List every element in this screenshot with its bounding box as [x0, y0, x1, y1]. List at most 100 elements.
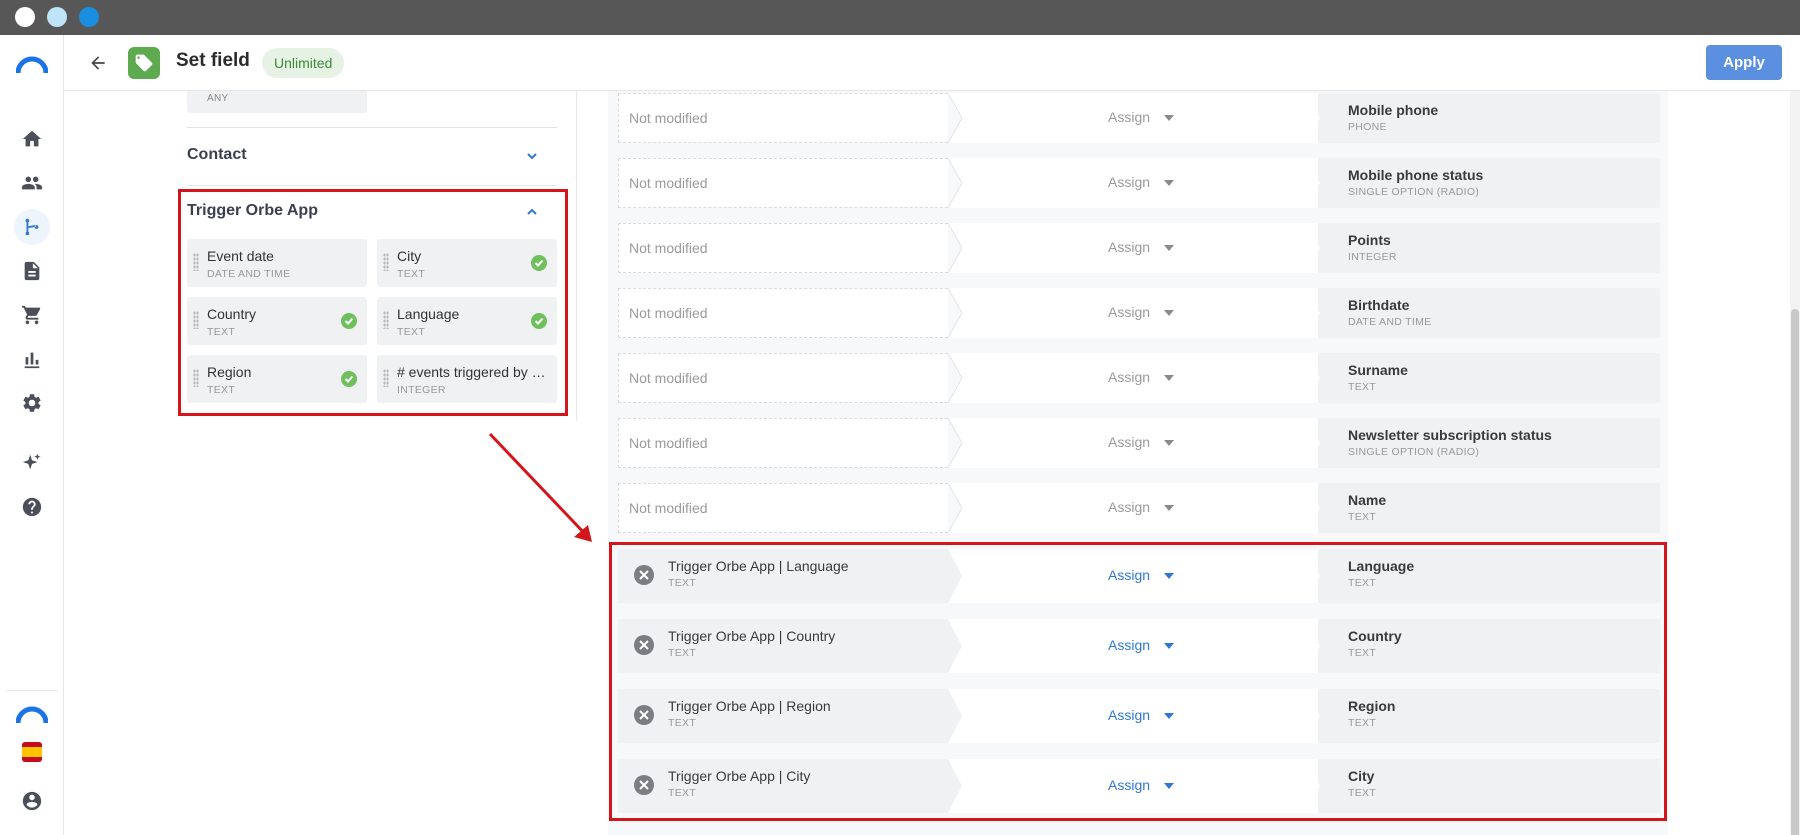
- row-separator-chevron: [948, 93, 962, 143]
- not-modified-label: Not modified: [629, 305, 708, 321]
- caret-down-icon[interactable]: [1164, 310, 1174, 316]
- not-modified-label: Not modified: [629, 370, 708, 386]
- page-header: Set field Unlimited Apply: [64, 35, 1800, 91]
- plan-badge: Unlimited: [262, 48, 345, 78]
- field-card-any[interactable]: ANY: [187, 91, 367, 113]
- assign-dropdown[interactable]: Assign: [1108, 239, 1150, 255]
- scrollbar-thumb[interactable]: [1791, 309, 1799, 835]
- target-field-type: INTEGER: [1348, 251, 1397, 263]
- assign-dropdown[interactable]: Assign: [1108, 304, 1150, 320]
- chevron-down-icon[interactable]: [525, 149, 539, 163]
- settings-icon[interactable]: [14, 385, 50, 421]
- assign-dropdown[interactable]: Assign: [1108, 369, 1150, 385]
- window-titlebar: [0, 0, 1800, 35]
- not-modified-label: Not modified: [629, 435, 708, 451]
- window-zoom-button[interactable]: [79, 7, 99, 27]
- assign-dropdown[interactable]: Assign: [1108, 434, 1150, 450]
- row-separator-chevron: [1306, 93, 1320, 143]
- cart-icon[interactable]: [14, 297, 50, 333]
- highlight-box-mapped: [609, 542, 1667, 821]
- mapping-row: Not modified Assign Surname TEXT: [618, 353, 1660, 403]
- mapping-row: Not modified Assign Points INTEGER: [618, 223, 1660, 273]
- target-field: Birthdate DATE AND TIME: [1318, 288, 1660, 338]
- mapping-row: Not modified Assign Mobile phone PHONE: [618, 93, 1660, 143]
- target-field-name: Mobile phone status: [1348, 167, 1484, 183]
- section-divider: [187, 127, 557, 128]
- tag-icon: [128, 47, 160, 79]
- spain-flag-icon[interactable]: [22, 742, 42, 762]
- target-field-type: TEXT: [1348, 511, 1377, 523]
- target-field-name: Name: [1348, 492, 1387, 508]
- target-field: Surname TEXT: [1318, 353, 1660, 403]
- window-close-button[interactable]: [15, 7, 35, 27]
- brand-logo-icon[interactable]: [16, 705, 48, 725]
- row-separator-chevron: [948, 353, 962, 403]
- mapping-row: Not modified Assign Mobile phone status …: [618, 158, 1660, 208]
- caret-down-icon[interactable]: [1164, 180, 1174, 186]
- row-separator-chevron: [948, 158, 962, 208]
- field-type: ANY: [207, 93, 229, 104]
- page-title: Set field: [176, 50, 250, 71]
- source-drop-zone[interactable]: Not modified: [618, 158, 958, 208]
- account-icon[interactable]: [14, 783, 50, 819]
- target-field-name: Mobile phone: [1348, 102, 1439, 118]
- target-field: Name TEXT: [1318, 483, 1660, 533]
- window-minimize-button[interactable]: [47, 7, 67, 27]
- target-field: Points INTEGER: [1318, 223, 1660, 273]
- assign-dropdown[interactable]: Assign: [1108, 499, 1150, 515]
- ai-sparkle-icon[interactable]: [14, 445, 50, 481]
- target-field-name: Birthdate: [1348, 297, 1410, 313]
- source-drop-zone[interactable]: Not modified: [618, 93, 958, 143]
- row-separator-chevron: [948, 483, 962, 533]
- caret-down-icon[interactable]: [1164, 245, 1174, 251]
- red-arrow-annotation: [488, 432, 592, 542]
- mapping-row: Not modified Assign Newsletter subscript…: [618, 418, 1660, 468]
- reports-icon[interactable]: [14, 341, 50, 377]
- target-field: Mobile phone status SINGLE OPTION (RADIO…: [1318, 158, 1660, 208]
- row-separator-chevron: [948, 288, 962, 338]
- source-drop-zone[interactable]: Not modified: [618, 353, 958, 403]
- flows-icon[interactable]: [14, 209, 50, 245]
- target-field-name: Surname: [1348, 362, 1408, 378]
- help-icon[interactable]: [14, 489, 50, 525]
- home-icon[interactable]: [14, 121, 50, 157]
- not-modified-label: Not modified: [629, 110, 708, 126]
- caret-down-icon[interactable]: [1164, 505, 1174, 511]
- highlight-box-source: [178, 189, 568, 416]
- section-divider: [187, 185, 557, 186]
- target-field-name: Points: [1348, 232, 1391, 248]
- mapping-row: Not modified Assign Birthdate DATE AND T…: [618, 288, 1660, 338]
- source-drop-zone[interactable]: Not modified: [618, 223, 958, 273]
- mapping-row: Not modified Assign Name TEXT: [618, 483, 1660, 533]
- not-modified-label: Not modified: [629, 175, 708, 191]
- scrollbar[interactable]: [1790, 91, 1800, 835]
- source-drop-zone[interactable]: Not modified: [618, 418, 958, 468]
- row-separator-chevron: [1306, 223, 1320, 273]
- caret-down-icon[interactable]: [1164, 375, 1174, 381]
- section-title-contact[interactable]: Contact: [187, 146, 247, 164]
- brand-logo-icon[interactable]: [16, 55, 48, 75]
- back-button[interactable]: [84, 49, 112, 77]
- target-field-name: Newsletter subscription status: [1348, 427, 1552, 443]
- source-drop-zone[interactable]: Not modified: [618, 483, 958, 533]
- contacts-icon[interactable]: [14, 165, 50, 201]
- row-separator-chevron: [1306, 418, 1320, 468]
- row-separator-chevron: [948, 418, 962, 468]
- document-icon[interactable]: [14, 253, 50, 289]
- row-separator-chevron: [948, 223, 962, 273]
- caret-down-icon[interactable]: [1164, 440, 1174, 446]
- sidebar: [0, 35, 64, 835]
- row-separator-chevron: [1306, 483, 1320, 533]
- target-field-type: DATE AND TIME: [1348, 316, 1432, 328]
- assign-dropdown[interactable]: Assign: [1108, 174, 1150, 190]
- apply-button[interactable]: Apply: [1706, 45, 1782, 80]
- row-separator-chevron: [1306, 158, 1320, 208]
- target-field-type: TEXT: [1348, 381, 1377, 393]
- assign-dropdown[interactable]: Assign: [1108, 109, 1150, 125]
- not-modified-label: Not modified: [629, 500, 708, 516]
- row-separator-chevron: [1306, 353, 1320, 403]
- target-field-type: SINGLE OPTION (RADIO): [1348, 186, 1480, 198]
- not-modified-label: Not modified: [629, 240, 708, 256]
- source-drop-zone[interactable]: Not modified: [618, 288, 958, 338]
- caret-down-icon[interactable]: [1164, 115, 1174, 121]
